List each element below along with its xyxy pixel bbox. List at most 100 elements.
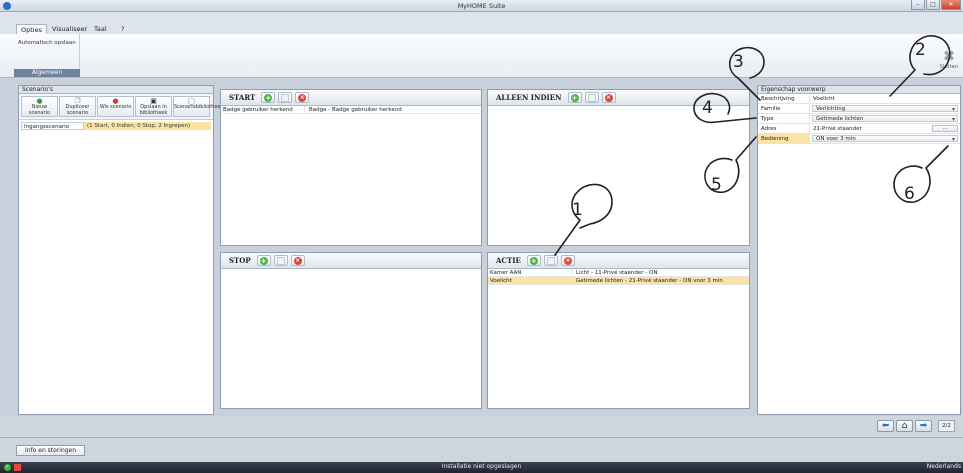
navigation: ⬅ ⌂ ➡ 2/2 xyxy=(877,420,955,432)
save-to-library-button[interactable]: ▣ Opslaan in bibliotheek xyxy=(135,96,172,117)
actie-title: ACTIE xyxy=(496,256,521,265)
stop-header: STOP + × xyxy=(221,253,481,269)
ribbon: Automatisch opslaan Algemeen ✖ Sluiten xyxy=(0,34,963,78)
scenario-library-label: Scenariobibliotheek xyxy=(174,104,224,110)
action-name: Kamer AAN xyxy=(488,269,572,276)
add-icon: + xyxy=(264,93,273,102)
document-icon xyxy=(281,93,290,102)
start-condition-detail: Badge - Badge gebruiker herkend xyxy=(309,107,402,113)
alleen-indien-delete-button[interactable]: × xyxy=(601,92,616,103)
home-icon: ⌂ xyxy=(901,420,908,431)
add-icon: + xyxy=(570,93,579,102)
property-row-familie: Familie Verlichting xyxy=(758,104,960,114)
property-label: Beschrijving xyxy=(758,94,810,103)
language-label: Nederlands xyxy=(926,463,961,470)
table-row[interactable]: Kamer AAN Licht - 11-Privé staander - ON xyxy=(488,269,749,277)
close-label: Sluiten xyxy=(939,64,959,70)
scenarios-toolbar: ● Nieuw scenario ❐ Dupliceer scenario ● … xyxy=(19,94,224,120)
callout-5: 5 xyxy=(711,175,722,195)
duplicate-scenario-button[interactable]: ❐ Dupliceer scenario xyxy=(59,96,96,117)
address-field: 21-Privé staander ... xyxy=(810,124,960,133)
close-icon[interactable]: ✕ xyxy=(941,0,961,10)
forward-button[interactable]: ➡ xyxy=(915,420,932,432)
new-scenario-label: Nieuw scenario xyxy=(28,104,51,116)
arrow-right-icon: ➡ xyxy=(919,420,928,431)
start-add-button[interactable]: + xyxy=(261,92,276,103)
action-name: Voelicht xyxy=(488,277,572,284)
property-row-adres: Adres 21-Privé staander ... xyxy=(758,124,960,134)
tab-help[interactable]: ? xyxy=(117,24,128,34)
property-label: Adres xyxy=(758,124,810,133)
delete-icon: × xyxy=(563,256,572,265)
duplicate-scenario-label: Dupliceer scenario xyxy=(65,104,90,116)
window-controls: – □ ✕ xyxy=(910,0,961,10)
start-condition-name: Badge gebruiker herkend xyxy=(221,106,305,113)
save-to-library-label: Opslaan in bibliotheek xyxy=(139,104,168,116)
scenario-row[interactable]: Ingangsscenario (1 Start, 0 Indien, 0 St… xyxy=(19,122,213,130)
scenarios-panel: Scenario's ● Nieuw scenario ❐ Dupliceer … xyxy=(18,85,224,415)
delete-icon: × xyxy=(604,93,613,102)
callout-6: 6 xyxy=(904,184,915,204)
stop-delete-button[interactable]: × xyxy=(290,255,305,266)
start-delete-button[interactable]: × xyxy=(295,92,310,103)
page-indicator: 2/2 xyxy=(938,420,955,432)
actie-delete-button[interactable]: × xyxy=(560,255,575,266)
arrow-left-icon: ⬅ xyxy=(881,420,890,431)
status-bar: ✓ Installatie niet opgeslagen Nederlands xyxy=(0,462,963,473)
actie-edit-button[interactable] xyxy=(543,255,558,266)
autosave-option[interactable]: Automatisch opslaan xyxy=(18,40,76,46)
scenarios-header: Scenario's xyxy=(19,86,213,94)
actie-box: ACTIE + × Kamer AAN Licht - 11-Privé sta… xyxy=(487,252,750,409)
tab-taal[interactable]: Taal xyxy=(90,24,111,34)
minimize-icon[interactable]: – xyxy=(911,0,925,10)
delete-scenario-button[interactable]: ● Wis scenario xyxy=(97,96,134,117)
delete-scenario-label: Wis scenario xyxy=(99,104,132,110)
alleen-indien-add-button[interactable]: + xyxy=(567,92,582,103)
scenario-name[interactable]: Ingangsscenario xyxy=(21,122,84,130)
stop-box: STOP + × xyxy=(220,252,482,409)
command-select[interactable]: ON voor 3 min xyxy=(812,135,958,143)
stop-edit-button[interactable] xyxy=(273,255,288,266)
property-label: Familie xyxy=(758,104,810,113)
address-value: 21-Privé staander xyxy=(813,126,862,132)
tab-opties[interactable]: Opties xyxy=(16,24,47,34)
action-detail: Licht - 11-Privé staander - ON xyxy=(576,270,658,276)
scenario-library-button[interactable]: ◯ Scenariobibliotheek xyxy=(173,96,224,117)
actie-add-button[interactable]: + xyxy=(526,255,541,266)
maximize-icon[interactable]: □ xyxy=(926,0,940,10)
properties-panel: Eigenschap voorwerp Beschrijving Voelich… xyxy=(757,85,961,415)
home-button[interactable]: ⌂ xyxy=(896,420,913,432)
actie-header: ACTIE + × xyxy=(488,253,749,269)
alleen-indien-edit-button[interactable] xyxy=(584,92,599,103)
window-title: MyHOME Suite xyxy=(457,2,506,10)
bottom-bar: Info en storingen xyxy=(0,437,963,462)
type-select[interactable]: Getimede lichten xyxy=(812,115,958,123)
description-field[interactable]: Voelicht xyxy=(810,94,960,103)
new-scenario-button[interactable]: ● Nieuw scenario xyxy=(21,96,58,117)
work-area: Scenario's ● Nieuw scenario ❐ Dupliceer … xyxy=(0,79,963,416)
callout-2: 2 xyxy=(915,40,926,60)
callout-1: 1 xyxy=(572,200,583,220)
property-row-beschrijving: Beschrijving Voelicht xyxy=(758,94,960,104)
back-button[interactable]: ⬅ xyxy=(877,420,894,432)
table-row[interactable]: Badge gebruiker herkend Badge - Badge ge… xyxy=(221,106,481,114)
stop-add-button[interactable]: + xyxy=(256,255,271,266)
menu-bar: Opties Visualiseer Taal ? xyxy=(0,12,963,34)
document-icon xyxy=(546,256,555,265)
callout-3: 3 xyxy=(733,52,744,72)
action-detail: Getimede lichten - 21-Privé staander - O… xyxy=(576,278,723,284)
property-row-bediening: Bediening ON voor 3 min xyxy=(758,134,960,144)
start-header: START + × xyxy=(221,90,481,106)
tab-visualiseer[interactable]: Visualiseer xyxy=(48,24,91,34)
info-tab[interactable]: Info en storingen xyxy=(16,445,86,456)
close-button[interactable]: ✖ Sluiten xyxy=(937,48,961,72)
family-select[interactable]: Verlichting xyxy=(812,105,958,113)
address-browse-button[interactable]: ... xyxy=(932,125,958,132)
property-label: Bediening xyxy=(758,134,810,143)
start-edit-button[interactable] xyxy=(278,92,293,103)
table-row-selected[interactable]: Voelicht Getimede lichten - 21-Privé sta… xyxy=(488,277,749,285)
document-icon xyxy=(587,93,596,102)
delete-icon: × xyxy=(298,93,307,102)
ribbon-group-algemeen: Automatisch opslaan Algemeen xyxy=(14,34,80,78)
alleen-indien-title: ALLEEN INDIEN xyxy=(496,93,562,102)
